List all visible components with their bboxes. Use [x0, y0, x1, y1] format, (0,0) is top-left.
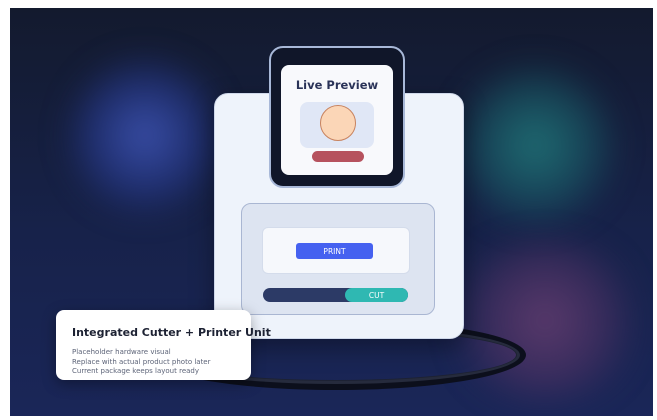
print-button[interactable]: PRINT [296, 243, 373, 259]
caption-line: Replace with actual product photo later [72, 357, 211, 366]
cut-button[interactable]: CUT [345, 288, 408, 302]
background-glow-teal [450, 58, 620, 233]
caption-line: Current package keeps layout ready [72, 367, 199, 375]
name-bar [312, 151, 364, 162]
preview-title: Live Preview [295, 78, 379, 92]
background-glow-blue [65, 48, 225, 223]
face-circle-icon [320, 105, 356, 141]
caption-title: Integrated Cutter + Printer Unit [72, 326, 271, 339]
caption-card: Integrated Cutter + Printer Unit Placeho… [56, 310, 271, 380]
caption-line: Placeholder hardware visual [72, 348, 171, 356]
page-frame: Live Preview PRINT CUT Integrated Cutter… [0, 0, 657, 420]
hero-visual: Live Preview PRINT CUT Integrated Cutter… [10, 8, 653, 416]
caption-lines: Placeholder hardware visual Replace with… [72, 348, 211, 377]
